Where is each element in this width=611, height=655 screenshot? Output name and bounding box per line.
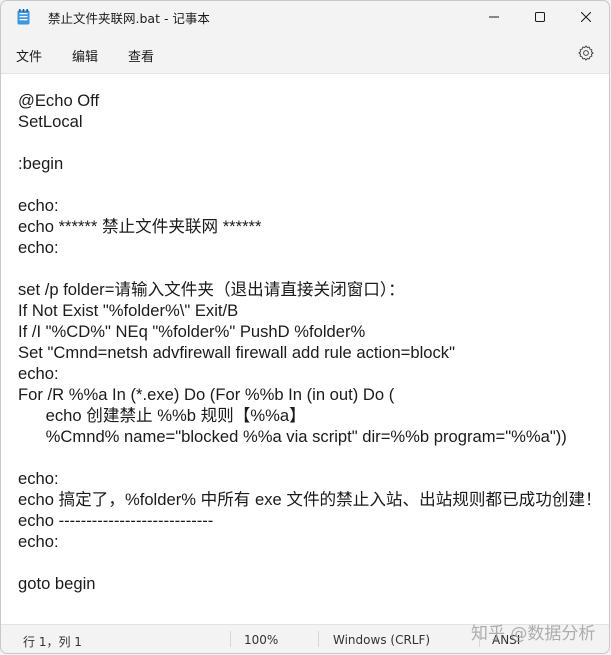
text-line: echo: [18,532,59,551]
text-line: For /R %%a In (*.exe) Do (For %%b In (in… [18,385,395,404]
text-line: %Cmnd% name="blocked %%a via script" dir… [18,427,567,446]
menu-bar: 文件 编辑 查看 [1,37,609,71]
notepad-app-icon [17,9,30,25]
status-divider [230,631,231,647]
zoom-level: 100% [244,633,279,647]
maximize-icon [535,12,545,22]
menu-file[interactable]: 文件 [14,44,44,67]
text-line: echo: [18,196,59,215]
text-line [18,258,602,279]
menu-edit[interactable]: 编辑 [70,44,100,67]
text-line: goto begin [18,574,96,593]
minimize-button[interactable] [471,1,517,33]
gear-icon[interactable] [577,44,595,62]
text-line: :begin [18,154,64,173]
text-line: Set "Cmnd=netsh advfirewall firewall add… [18,343,455,362]
text-line [18,174,602,195]
line-ending: Windows (CRLF) [333,633,431,647]
text-line: If /I "%CD%" NEq "%folder%" PushD %folde… [18,322,366,341]
text-line: SetLocal [18,112,83,131]
text-line: echo 搞定了，%folder% 中所有 exe 文件的禁止入站、出站规则都已… [18,490,602,509]
text-line: echo 创建禁止 %%b 规则【%%a】 [18,406,306,425]
text-line: If Not Exist "%folder%\" Exit/B [18,301,239,320]
text-line: echo: [18,238,59,257]
maximize-button[interactable] [517,1,563,33]
text-line: echo ---------------------------- [18,511,214,530]
title-bar[interactable]: 禁止文件夹联网.bat - 记事本 [1,1,609,33]
cursor-position: 行 1，列 1 [23,635,82,649]
text-line: echo: [18,469,59,488]
editor-content: @Echo Off SetLocal :begin echo: echo ****** … [18,90,602,594]
text-line: @Echo Off [18,91,100,110]
close-button[interactable] [563,1,609,33]
text-line [18,447,602,468]
text-editor-area[interactable]: @Echo Off SetLocal :begin echo: echo ****** … [1,73,609,625]
watermark-text: 知乎 @数据分析 [471,624,596,644]
status-divider [318,631,319,647]
notepad-window: 禁止文件夹联网.bat - 记事本 文件 编辑 查看 @Echo Off Set… [0,0,610,654]
close-icon [581,12,591,22]
text-line: echo: [18,364,59,383]
window-title: 禁止文件夹联网.bat - 记事本 [48,11,210,26]
menu-view[interactable]: 查看 [126,44,156,67]
text-line [18,552,602,573]
text-line [18,132,602,153]
text-line: set /p folder=请输入文件夹（退出请直接关闭窗口）： [18,280,405,299]
minimize-icon [489,16,499,18]
text-line: echo ****** 禁止文件夹联网 ****** [18,217,262,236]
